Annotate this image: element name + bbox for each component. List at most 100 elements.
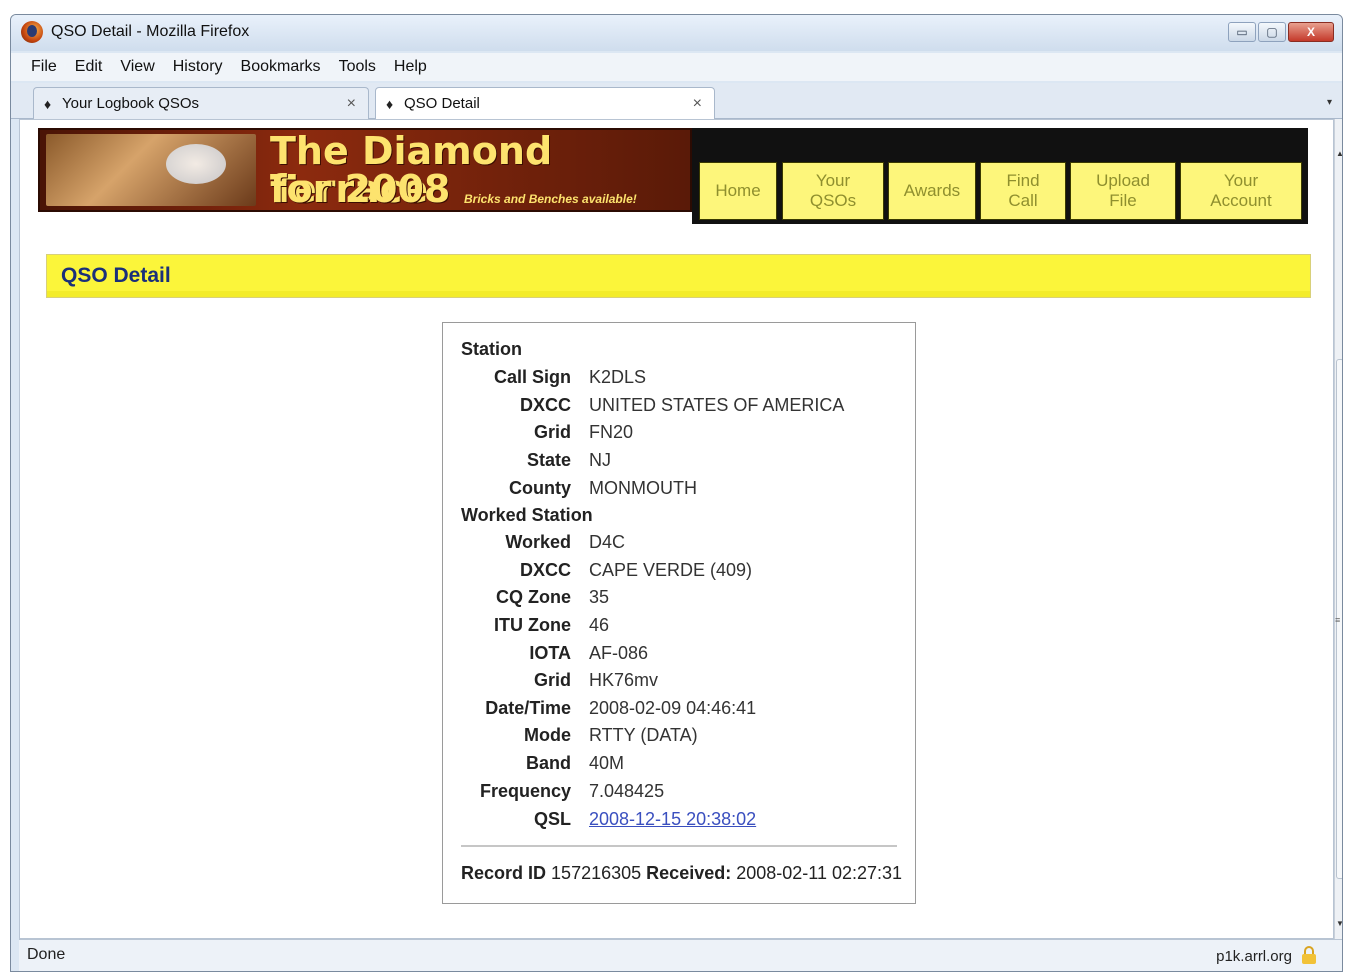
record-id-label: Record ID	[461, 863, 547, 883]
status-bar: Done p1k.arrl.org	[19, 939, 1342, 971]
field-label: CQ Zone	[496, 587, 571, 607]
record-info: Record ID 157216305 Received: 2008-02-11…	[461, 863, 902, 884]
diamond-terrace-banner[interactable]: The Diamond Terrace for 2008 Bricks and …	[38, 128, 692, 212]
qso-detail-box: Station Call Sign K2DLS DXCC UNITED STAT…	[442, 322, 916, 904]
vertical-scrollbar[interactable]: ▲ ≡ ▼	[1334, 119, 1342, 939]
divider	[461, 845, 897, 847]
diamond-icon: ♦	[44, 96, 52, 112]
field-value: 46	[589, 615, 610, 635]
worked-row-band: Band 40M	[443, 753, 917, 779]
window-title: QSO Detail - Mozilla Firefox	[51, 23, 250, 40]
browser-window: QSO Detail - Mozilla Firefox ▭ ▢ X File …	[10, 14, 1343, 972]
worked-row-mode: Mode RTTY (DATA)	[443, 725, 917, 751]
station-row-call-sign: Call Sign K2DLS	[443, 367, 917, 393]
status-domain: p1k.arrl.org	[1216, 948, 1292, 965]
station-row-state: State NJ	[443, 450, 917, 476]
menu-help[interactable]: Help	[394, 58, 427, 76]
maximize-button[interactable]: ▢	[1258, 22, 1286, 42]
field-value: AF-086	[589, 643, 649, 663]
worked-row-cq-zone: CQ Zone 35	[443, 587, 917, 613]
worked-row-iota: IOTA AF-086	[443, 643, 917, 669]
menu-bookmarks[interactable]: Bookmarks	[241, 58, 321, 76]
field-value: UNITED STATES OF AMERICA	[589, 395, 845, 415]
banner-image	[46, 134, 256, 206]
field-label: Grid	[533, 422, 571, 442]
station-section-title: Station	[461, 339, 522, 359]
menu-file[interactable]: File	[31, 58, 57, 76]
nav-your-account[interactable]: Your Account	[1180, 162, 1302, 220]
field-label: Frequency	[479, 781, 571, 801]
menu-edit[interactable]: Edit	[75, 58, 103, 76]
scroll-up-arrow-icon[interactable]: ▲	[1336, 149, 1342, 158]
field-label: Call Sign	[493, 367, 571, 387]
menu-view[interactable]: View	[120, 58, 154, 76]
field-value: 35	[589, 587, 610, 607]
nav-upload-file[interactable]: Upload File	[1070, 162, 1176, 220]
worked-row-frequency: Frequency 7.048425	[443, 781, 917, 807]
station-row-grid: Grid FN20	[443, 422, 917, 448]
field-label: County	[509, 478, 571, 498]
site-nav: Home Your QSOs Awards Find Call Upload File…	[692, 128, 1308, 224]
field-label: IOTA	[529, 643, 571, 663]
nav-home[interactable]: Home	[699, 162, 777, 220]
firefox-icon	[21, 21, 43, 43]
nav-your-qsos[interactable]: Your QSOs	[782, 162, 884, 220]
field-value: 7.048425	[589, 781, 665, 801]
scroll-grip-icon: ≡	[1335, 615, 1341, 625]
field-label: DXCC	[519, 395, 571, 415]
tab-strip: ♦ Your Logbook QSOs × ♦ QSO Detail × ▾	[11, 83, 1342, 119]
field-label: Band	[526, 753, 571, 773]
field-value: 40M	[589, 753, 625, 773]
minimize-button[interactable]: ▭	[1228, 22, 1256, 42]
lock-icon[interactable]	[1302, 946, 1316, 964]
site-header: The Diamond Terrace for 2008 Bricks and …	[38, 128, 1313, 224]
received-value: 2008-02-11 02:27:31	[736, 863, 903, 883]
field-label: Grid	[533, 670, 571, 690]
menu-tools[interactable]: Tools	[339, 58, 376, 76]
worked-row-grid: Grid HK76mv	[443, 670, 917, 696]
field-value: RTTY (DATA)	[589, 725, 698, 745]
field-value: FN20	[589, 422, 634, 442]
tab-close-icon[interactable]: ×	[347, 95, 356, 113]
field-label: State	[526, 450, 571, 470]
field-label: DXCC	[519, 560, 571, 580]
field-value: D4C	[589, 532, 626, 552]
worked-row-dxcc: DXCC CAPE VERDE (409)	[443, 560, 917, 586]
menu-history[interactable]: History	[173, 58, 223, 76]
close-button[interactable]: X	[1288, 22, 1334, 42]
field-value: K2DLS	[589, 367, 647, 387]
tab-your-logbook-qsos[interactable]: ♦ Your Logbook QSOs ×	[33, 87, 369, 119]
tab-list-arrow-icon[interactable]: ▾	[1327, 97, 1332, 108]
nav-find-call[interactable]: Find Call	[980, 162, 1066, 220]
scroll-down-arrow-icon[interactable]: ▼	[1336, 919, 1342, 928]
menu-bar: File Edit View History Bookmarks Tools H…	[11, 53, 1342, 81]
field-value: MONMOUTH	[589, 478, 697, 498]
window-controls: ▭ ▢ X	[1228, 22, 1334, 42]
banner-tagline: Bricks and Benches available!	[464, 192, 637, 206]
status-text: Done	[27, 946, 66, 963]
field-label: QSL	[533, 809, 571, 829]
field-label: ITU Zone	[494, 615, 571, 635]
field-value: HK76mv	[589, 670, 659, 690]
worked-row-date-time: Date/Time 2008-02-09 04:46:41	[443, 698, 917, 724]
worked-row-qsl: QSL 2008-12-15 20:38:02	[443, 809, 917, 835]
field-value: CAPE VERDE (409)	[589, 560, 753, 580]
tab-close-icon[interactable]: ×	[693, 95, 702, 113]
station-row-dxcc: DXCC UNITED STATES OF AMERICA	[443, 395, 917, 421]
worked-station-section-title: Worked Station	[461, 505, 593, 525]
page-title: QSO Detail	[46, 254, 1311, 298]
field-value: NJ	[589, 450, 611, 470]
field-label: Mode	[524, 725, 571, 745]
nav-awards[interactable]: Awards	[888, 162, 976, 220]
station-row-county: County MONMOUTH	[443, 478, 917, 504]
field-value: 2008-02-09 04:46:41	[589, 698, 757, 718]
diamond-icon: ♦	[386, 96, 394, 112]
qsl-date-link[interactable]: 2008-12-15 20:38:02	[589, 809, 756, 830]
worked-row-itu-zone: ITU Zone 46	[443, 615, 917, 641]
tab-qso-detail[interactable]: ♦ QSO Detail ×	[375, 87, 715, 119]
title-bar[interactable]: QSO Detail - Mozilla Firefox ▭ ▢ X	[11, 15, 1342, 51]
worked-row-worked: Worked D4C	[443, 532, 917, 558]
tab-label: Your Logbook QSOs	[62, 95, 200, 112]
received-label: Received:	[646, 863, 732, 883]
tab-label: QSO Detail	[404, 95, 480, 112]
